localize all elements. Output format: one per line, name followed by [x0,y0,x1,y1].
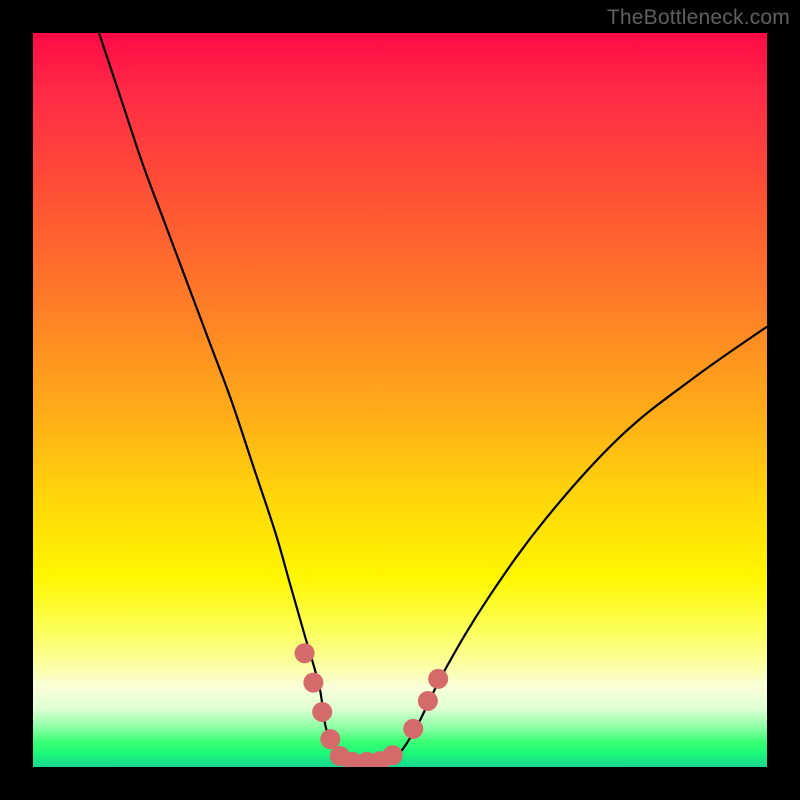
penalty-curve-path [99,33,767,767]
highlight-dot [303,673,323,693]
highlight-dot [320,729,340,749]
watermark-text: TheBottleneck.com [607,6,790,30]
plot-area [33,33,767,767]
highlight-dot [383,745,403,765]
highlight-dot [428,669,448,689]
highlight-dot [312,702,332,722]
highlight-dot [403,719,423,739]
highlight-dot [295,643,315,663]
chart-frame: TheBottleneck.com [0,0,800,800]
highlight-markers [295,643,449,767]
curve-layer [33,33,767,767]
highlight-dot [418,691,438,711]
